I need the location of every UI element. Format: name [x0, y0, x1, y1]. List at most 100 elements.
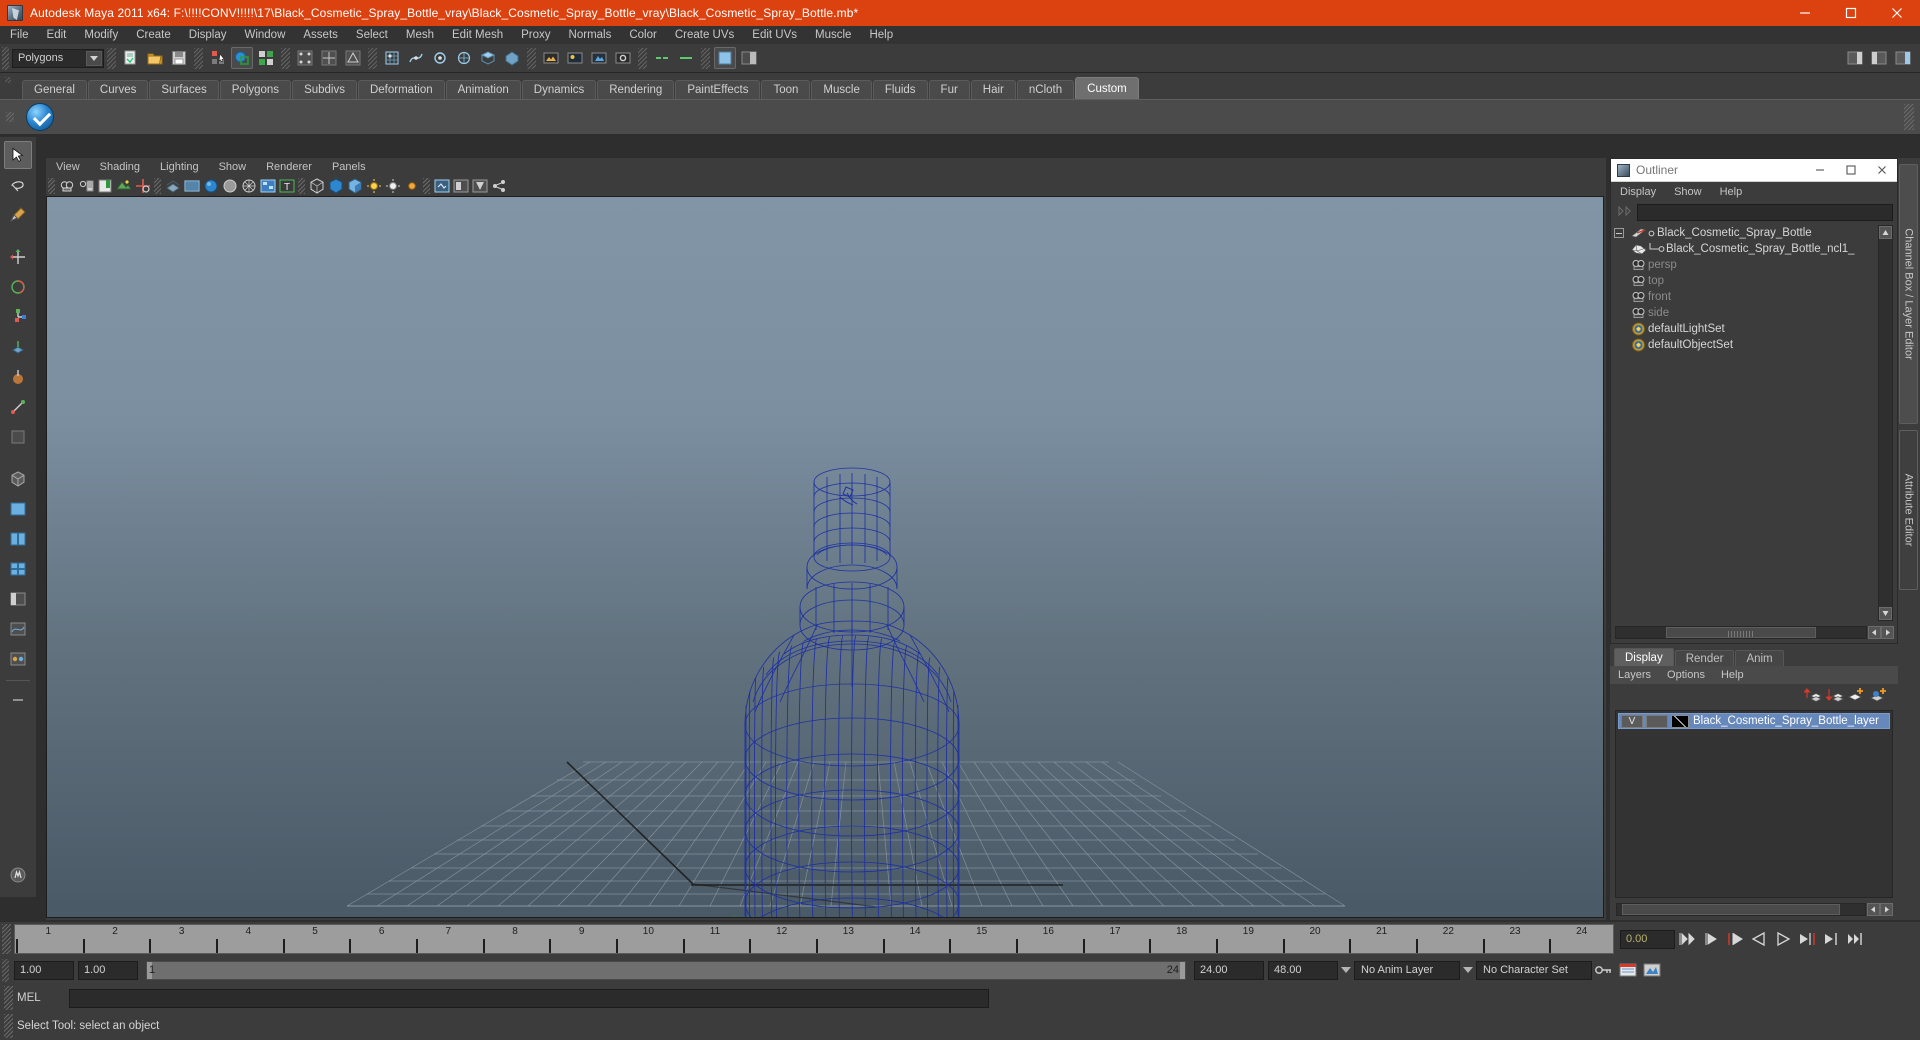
layout-persp-outliner-icon[interactable] — [4, 585, 32, 613]
show-hide-ui-button[interactable] — [714, 47, 736, 69]
menu-edit[interactable]: Edit — [38, 26, 76, 44]
lasso-tool[interactable] — [4, 171, 32, 199]
exposure-icon[interactable] — [452, 178, 469, 195]
new-layer-from-selected-icon[interactable] — [1868, 686, 1890, 704]
go-to-end-icon[interactable] — [1843, 928, 1867, 950]
maya-logo-icon[interactable] — [4, 861, 32, 889]
scale-tool[interactable] — [4, 303, 32, 331]
shelf-tab-fluids[interactable]: Fluids — [872, 80, 928, 99]
outliner-filter-icon[interactable] — [1615, 204, 1637, 220]
step-back-key-icon[interactable] — [1723, 928, 1747, 950]
step-forward-frame-icon[interactable] — [1819, 928, 1843, 950]
vtab-channel-box-layer-editor[interactable]: Channel Box / Layer Editor — [1899, 164, 1918, 424]
shelf-tab-hair[interactable]: Hair — [970, 80, 1016, 99]
play-forwards-icon[interactable] — [1771, 928, 1795, 950]
range-slider-grip[interactable] — [2, 958, 9, 982]
outliner-expander-icon[interactable] — [1614, 228, 1624, 238]
twod-pan-zoom-icon[interactable] — [134, 178, 151, 195]
outliner-search-input[interactable] — [1637, 203, 1893, 221]
command-line-grip[interactable] — [4, 986, 13, 1010]
menu-display[interactable]: Display — [180, 26, 236, 44]
move-tool[interactable] — [4, 243, 32, 271]
custom-shelf-checkmark-icon[interactable] — [26, 103, 54, 131]
film-gate-icon[interactable] — [183, 178, 200, 195]
vtab-attribute-editor[interactable]: Attribute Editor — [1899, 430, 1918, 590]
outliner-vertical-scrollbar[interactable] — [1878, 225, 1893, 621]
shelf-tab-ncloth[interactable]: nCloth — [1016, 80, 1075, 99]
new-layer-icon[interactable] — [1846, 686, 1868, 704]
xray-icon[interactable] — [308, 178, 325, 195]
xray-joints-icon[interactable] — [327, 178, 344, 195]
shelf-tab-polygons[interactable]: Polygons — [219, 80, 292, 99]
outliner-item-persp[interactable]: persp — [1614, 257, 1875, 273]
shelf-tab-custom[interactable]: Custom — [1075, 77, 1139, 99]
outliner-minimize-button[interactable] — [1804, 159, 1835, 182]
viewport-menu-show[interactable]: Show — [209, 161, 257, 173]
menu-mesh[interactable]: Mesh — [397, 26, 443, 44]
sidebar-toggle-1-button[interactable] — [738, 47, 760, 69]
smooth-shade-all-icon[interactable] — [202, 178, 219, 195]
outliner-tree[interactable]: Black_Cosmetic_Spray_Bottle Black_Cosmet… — [1614, 225, 1875, 621]
viewport-menu-renderer[interactable]: Renderer — [256, 161, 322, 173]
shelf-tab-painteffects[interactable]: PaintEffects — [675, 80, 761, 99]
gamma-icon[interactable] — [471, 178, 488, 195]
chevron-down-icon[interactable] — [86, 50, 102, 66]
select-by-hierarchy-button[interactable] — [207, 47, 229, 69]
component-mask-points-button[interactable] — [294, 47, 316, 69]
statusline-grip[interactable] — [2, 46, 9, 70]
shelf-tab-animation[interactable]: Animation — [445, 80, 521, 99]
menu-window[interactable]: Window — [235, 26, 294, 44]
animation-end-time-field[interactable]: 48.00 — [1268, 960, 1338, 980]
layer-hscroll-track[interactable] — [1616, 903, 1866, 916]
menu-modify[interactable]: Modify — [75, 26, 127, 44]
paint-selection-tool[interactable] — [4, 201, 32, 229]
layer-list[interactable]: V Black_Cosmetic_Spray_Bottle_layer — [1615, 710, 1893, 898]
layout-two-pane-icon[interactable] — [4, 525, 32, 553]
use-default-material-icon[interactable]: T — [278, 178, 295, 195]
snap-to-projected-center-button[interactable] — [453, 47, 475, 69]
outliner-item-black-cosmetic-spray-bottle-ncl1[interactable]: Black_Cosmetic_Spray_Bottle_ncl1_ — [1614, 241, 1875, 257]
viewport-toolbar-divider-1[interactable] — [154, 178, 161, 194]
save-scene-button[interactable] — [168, 47, 190, 69]
statusline-divider-1[interactable] — [107, 47, 116, 69]
image-plane-icon[interactable] — [115, 178, 132, 195]
outliner-close-button[interactable] — [1866, 159, 1897, 182]
viewport-menu-shading[interactable]: Shading — [90, 161, 150, 173]
menu-file[interactable]: File — [0, 26, 38, 44]
make-live-button[interactable] — [501, 47, 523, 69]
shelf-tab-subdivs[interactable]: Subdivs — [292, 80, 357, 99]
attribute-editor-toggle-button[interactable] — [1844, 47, 1866, 69]
statusline-divider-2[interactable] — [194, 47, 203, 69]
component-mask-parm-button[interactable] — [318, 47, 340, 69]
grid-display-icon[interactable] — [164, 178, 181, 195]
layer-menu-help[interactable]: Help — [1713, 669, 1752, 681]
share-viewport-icon[interactable] — [490, 178, 507, 195]
show-manipulator-tool[interactable] — [4, 393, 32, 421]
layer-menu-options[interactable]: Options — [1659, 669, 1713, 681]
help-line-grip[interactable] — [4, 1014, 13, 1038]
select-camera-icon[interactable] — [58, 178, 75, 195]
select-tool[interactable] — [4, 141, 32, 169]
outliner-item-defaultlightset[interactable]: defaultLightSet — [1614, 321, 1875, 337]
menu-normals[interactable]: Normals — [560, 26, 621, 44]
statusline-divider-3[interactable] — [281, 47, 290, 69]
scroll-right-icon[interactable] — [1881, 626, 1894, 639]
command-language-label[interactable]: MEL — [17, 992, 69, 1004]
menu-create-uvs[interactable]: Create UVs — [666, 26, 743, 44]
scroll-up-icon[interactable] — [1879, 226, 1892, 239]
shelf-tab-surfaces[interactable]: Surfaces — [149, 80, 219, 99]
anim-layer-chevron-icon[interactable] — [1460, 961, 1476, 980]
viewport-menu-view[interactable]: View — [46, 161, 90, 173]
tab-render[interactable]: Render — [1674, 650, 1735, 666]
layer-playback-toggle[interactable] — [1646, 714, 1668, 728]
isolate-select-icon[interactable] — [433, 178, 450, 195]
light-three-icon[interactable] — [403, 178, 420, 195]
statusline-divider-4[interactable] — [368, 47, 377, 69]
outliner-maximize-button[interactable] — [1835, 159, 1866, 182]
scroll-left-icon[interactable] — [1867, 903, 1880, 916]
scroll-left-icon[interactable] — [1868, 626, 1881, 639]
scroll-down-icon[interactable] — [1879, 607, 1892, 620]
outliner-menu-show[interactable]: Show — [1665, 186, 1711, 198]
outliner-item-defaultobjectset[interactable]: defaultObjectSet — [1614, 337, 1875, 353]
outliner-item-black-cosmetic-spray-bottle[interactable]: Black_Cosmetic_Spray_Bottle — [1614, 225, 1875, 241]
